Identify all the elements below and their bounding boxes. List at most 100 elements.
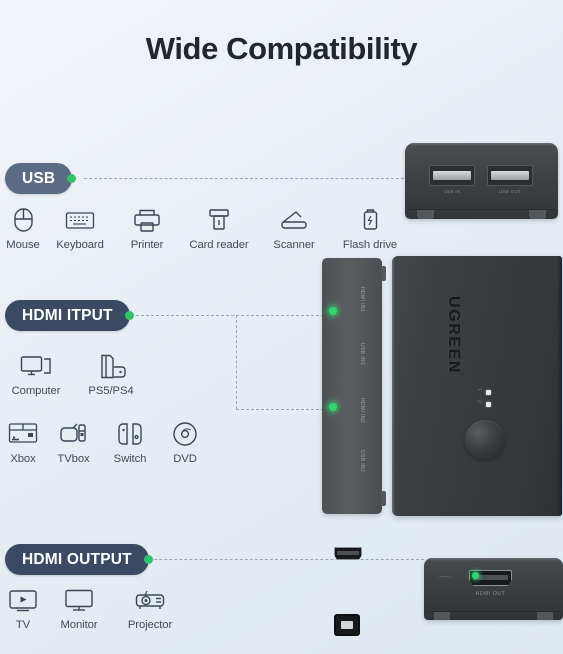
device-item-monitor: Monitor [46, 586, 112, 631]
flash-drive-icon [362, 206, 379, 234]
device-item-nintendo-switch: Switch [101, 420, 159, 465]
main-unit-body [392, 256, 562, 516]
badge-usb-label: USB [22, 169, 56, 187]
indicator-led-2-label: 2 [476, 400, 482, 404]
badge-hdmi-output-dot [143, 555, 153, 564]
port-usb-in1-label: USB IN1 [359, 343, 365, 366]
output-module-foot-right [537, 612, 553, 620]
ugreen-brand-logo: UGREEN [445, 296, 462, 375]
device-item-tvbox: TVbox [46, 420, 101, 465]
hdmi-output-module-device: HDMI OUT [424, 558, 563, 620]
device-label: Computer [11, 385, 61, 397]
output-module-cable-marking [438, 576, 452, 580]
port-hdmi-in2-led [329, 403, 337, 411]
indicator-led-2 [486, 402, 491, 407]
infographic-canvas: Wide Compatibility USB Mouse Keyboard Pr… [0, 0, 563, 654]
badge-hdmi-output-label: HDMI OUTPUT [22, 550, 132, 568]
device-label: PS5/PS4 [88, 385, 134, 397]
nintendo-switch-icon [117, 420, 143, 448]
usb-port-2-tongue [491, 171, 529, 180]
printer-icon [133, 206, 161, 234]
device-item-tv: TV [0, 586, 46, 631]
device-label: Printer [130, 239, 164, 251]
device-label: Keyboard [56, 239, 104, 251]
port-hdmi-in1 [334, 547, 362, 560]
device-label: Mouse [6, 239, 40, 251]
device-label: Xbox [10, 453, 36, 465]
connector-hdmi-input-vertical [236, 315, 237, 409]
device-item-mouse: Mouse [0, 206, 46, 251]
port-hdmi-in2-label: HDMI IN2 [359, 398, 365, 424]
connector-hdmi-output [134, 559, 424, 560]
port-hdmi-in1-led [329, 307, 337, 315]
main-unit-edge-highlight [392, 256, 395, 516]
main-unit-port-panel [322, 258, 386, 636]
mouse-icon [13, 206, 34, 234]
output-module-bevel [424, 558, 563, 561]
device-label: TVbox [57, 453, 90, 465]
port-hdmi-in1-label: HDMI IN1 [359, 287, 365, 313]
device-label: Projector [127, 619, 173, 631]
switch-select-button[interactable] [465, 420, 505, 460]
port-hdmi-out-led [472, 572, 479, 579]
usb-device-row: Mouse Keyboard Printer Card reader Scann… [0, 206, 410, 251]
badge-hdmi-input-dot [124, 311, 134, 320]
port-usb-in2-label: USB IN2 [359, 450, 365, 473]
device-label: DVD [173, 453, 197, 465]
badge-hdmi-input: HDMI ITPUT [5, 300, 134, 331]
hdmi-output-device-row: TV Monitor Projector [0, 586, 188, 631]
usb-port-2-label: USB OUT [498, 189, 522, 194]
hdmi-input-device-row-1: Computer PS5/PS4 [0, 352, 150, 397]
usb-module-bevel [405, 143, 558, 146]
device-item-scanner: Scanner [258, 206, 330, 251]
indicator-led-1-label: 1 [476, 388, 482, 392]
device-label: Flash drive [342, 239, 398, 251]
device-label: TV [15, 619, 31, 631]
panel-clip-bottom [381, 491, 386, 506]
main-unit-edge-shadow [557, 256, 562, 516]
port-usb-in1 [334, 614, 360, 636]
device-label: Switch [113, 453, 147, 465]
indicator-led-1 [486, 390, 491, 395]
scanner-icon [279, 206, 309, 234]
device-item-flash-drive: Flash drive [330, 206, 410, 251]
device-item-projector: Projector [112, 586, 188, 631]
card-reader-icon [208, 206, 230, 234]
usb-port-1-label: USB IN [443, 189, 461, 194]
playstation-icon [95, 352, 127, 380]
device-label: Monitor [60, 619, 98, 631]
connector-usb-to-device [84, 178, 414, 179]
device-label: Scanner [273, 239, 315, 251]
device-item-dvd: DVD [159, 420, 211, 465]
badge-hdmi-output: HDMI OUTPUT [5, 544, 153, 575]
panel-clip-top [381, 266, 386, 281]
usb-port-1 [429, 165, 475, 186]
usb-module-foot-left [417, 210, 434, 219]
device-item-keyboard: Keyboard [46, 206, 114, 251]
device-item-card-reader: Card reader [180, 206, 258, 251]
projector-icon [134, 586, 166, 614]
port-hdmi-in1-inner [337, 551, 359, 555]
page-title: Wide Compatibility [145, 31, 418, 66]
port-hdmi-out-label: HDMI OUT [475, 591, 506, 597]
badge-usb-dot [67, 174, 77, 183]
tvbox-icon [59, 420, 89, 448]
badge-hdmi-input-label: HDMI ITPUT [22, 306, 113, 324]
monitor-icon [64, 586, 94, 614]
port-usb-in1-inner [341, 621, 353, 629]
device-item-playstation: PS5/PS4 [72, 352, 150, 397]
device-label: Card reader [189, 239, 249, 251]
dvd-disc-icon [172, 420, 198, 448]
hdmi-input-device-row-2: Xbox TVbox Switch DVD [0, 420, 211, 465]
keyboard-icon [65, 206, 95, 234]
output-module-foot-left [434, 612, 450, 620]
usb-module-device: USB IN USB OUT [405, 143, 558, 219]
computer-icon [20, 352, 52, 380]
tv-icon [8, 586, 38, 614]
usb-port-2 [487, 165, 533, 186]
usb-module-foot-right [529, 210, 546, 219]
device-item-computer: Computer [0, 352, 72, 397]
usb-port-1-tongue [433, 171, 471, 180]
badge-usb: USB [5, 163, 77, 194]
device-item-printer: Printer [114, 206, 180, 251]
